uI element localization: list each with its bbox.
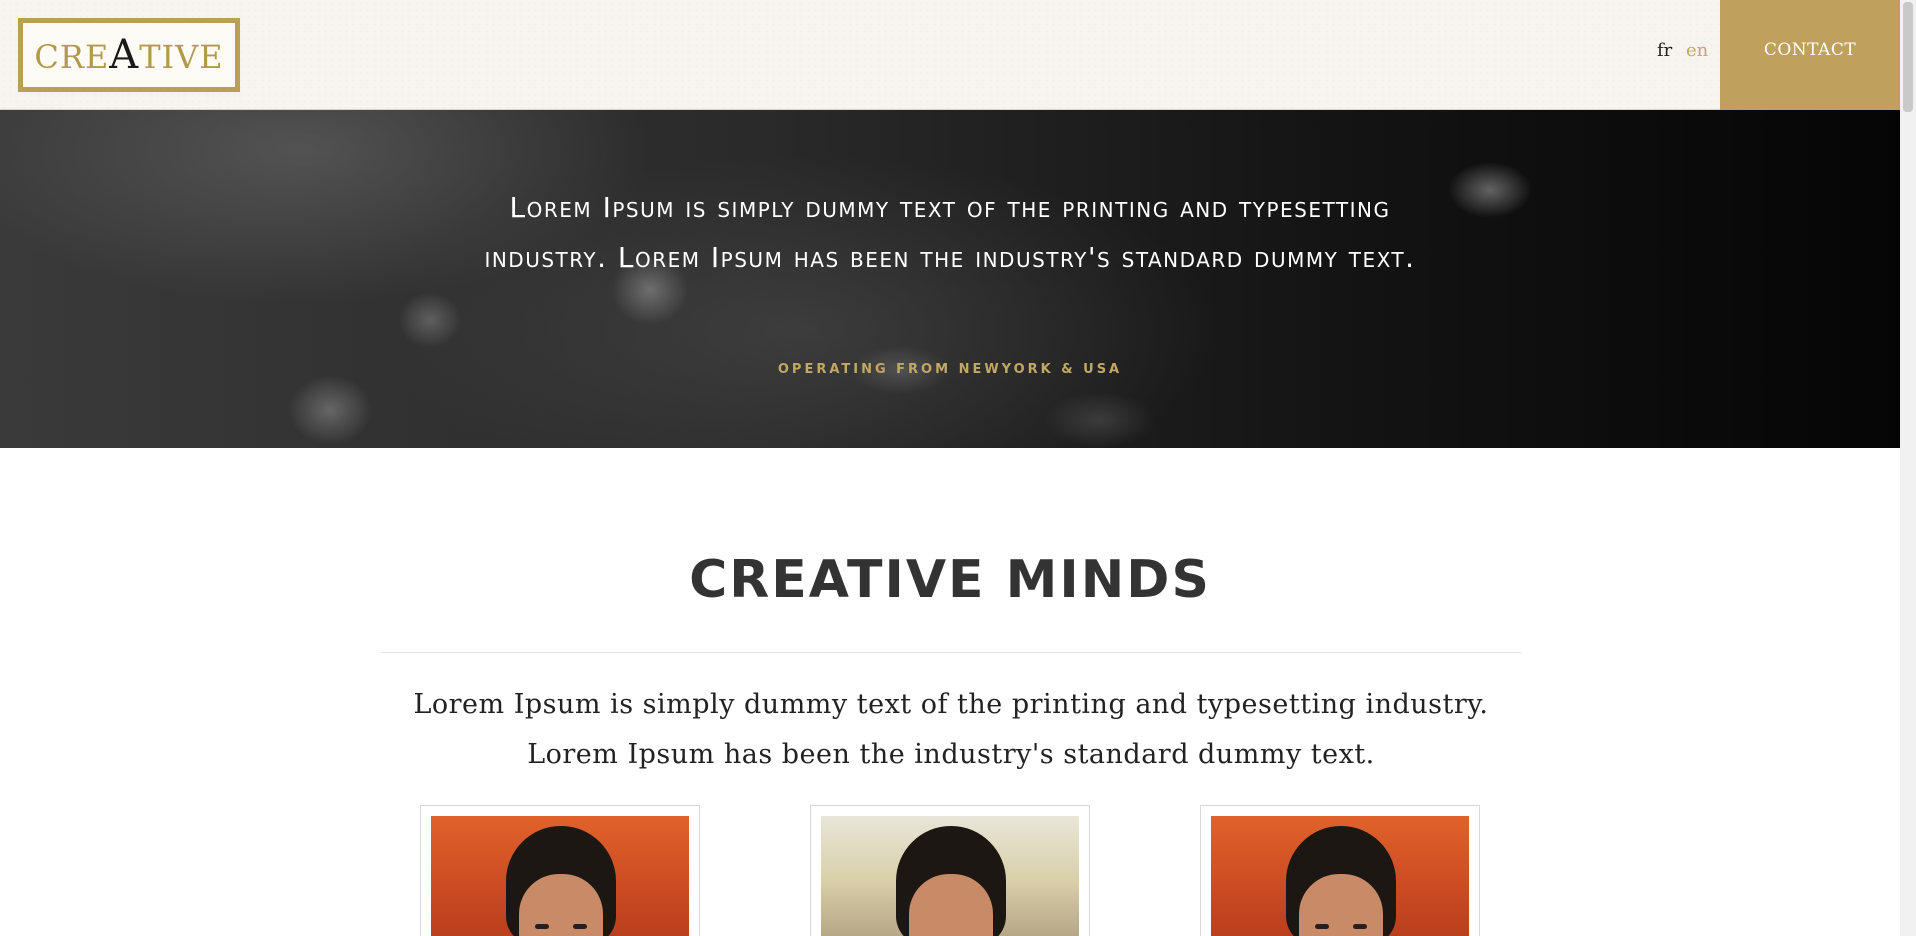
section-title: CREATIVE MINDS xyxy=(689,550,1211,610)
section-divider xyxy=(381,652,1521,653)
site-header: CREATIVE fr en CONTACT xyxy=(0,0,1900,110)
section-description: Lorem Ipsum is simply dummy text of the … xyxy=(413,689,1489,770)
team-member-card[interactable] xyxy=(420,805,700,936)
contact-button[interactable]: CONTACT xyxy=(1720,0,1900,110)
hero-quote: Lorem Ipsum is simply dummy text of the … xyxy=(484,191,1416,274)
language-en-link[interactable]: en xyxy=(1686,40,1708,61)
hero-subtitle: OPERATING FROM NEWYORK & USA xyxy=(777,362,1123,377)
page-scrollbar[interactable] xyxy=(1900,0,1916,936)
scrollbar-thumb[interactable] xyxy=(1903,2,1913,112)
logo[interactable]: CREATIVE xyxy=(18,18,240,92)
team-member-card[interactable] xyxy=(810,805,1090,936)
language-fr-link[interactable]: fr xyxy=(1657,40,1672,61)
hero-banner: Lorem Ipsum is simply dummy text of the … xyxy=(0,110,1900,448)
team-member-card[interactable] xyxy=(1200,805,1480,936)
team-member-photo xyxy=(431,816,689,936)
logo-text: CREATIVE xyxy=(34,32,224,78)
team-member-photo xyxy=(821,816,1079,936)
team-member-photo xyxy=(1211,816,1469,936)
